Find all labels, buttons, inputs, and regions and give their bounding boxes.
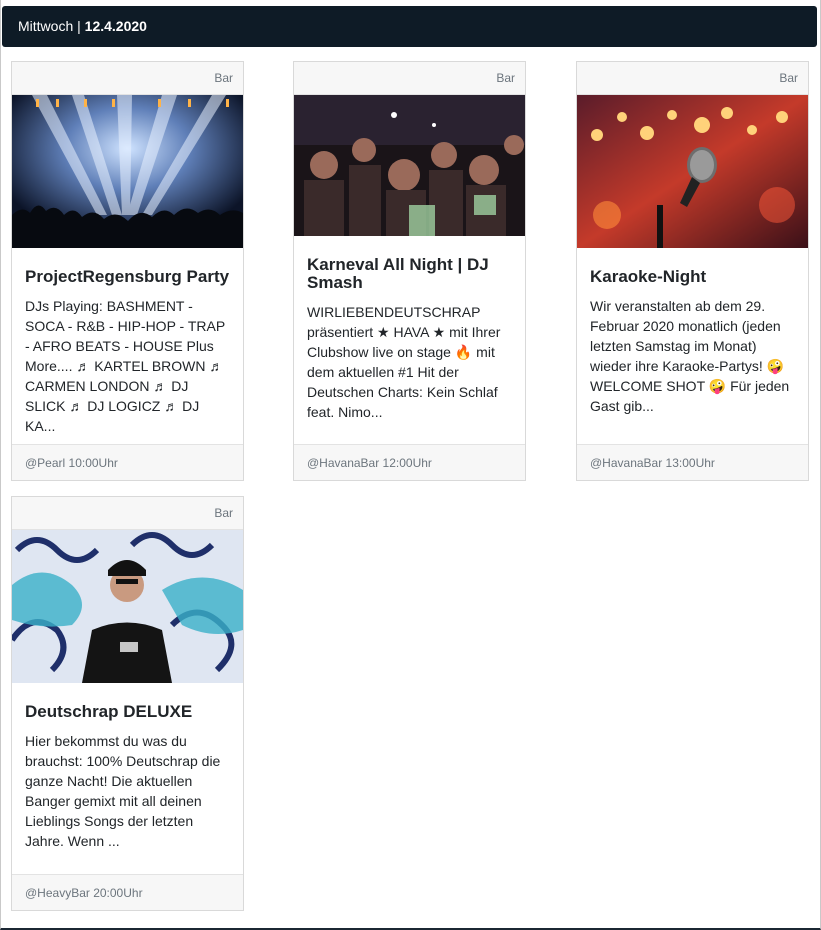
event-card[interactable]: Bar Deutschrap DELUXE Hier bekommst du w…	[11, 496, 244, 911]
day-weekday: Mittwoch	[18, 18, 74, 34]
card-venue-time: @Pearl 10:00Uhr	[12, 444, 243, 480]
party-crowd-image[interactable]	[294, 95, 525, 236]
card-body: Karneval All Night | DJ Smash WIRLIEBEND…	[294, 236, 525, 444]
card-title[interactable]: Deutschrap DELUXE	[25, 703, 230, 721]
card-venue-time: @HavanaBar 13:00Uhr	[577, 444, 808, 480]
event-card[interactable]: Bar Karneval All Night | DJ Smash WIRLIE…	[293, 61, 526, 481]
day-separator: |	[77, 18, 81, 34]
karaoke-microphone-image[interactable]	[577, 95, 808, 248]
card-body: Karaoke-Night Wir veranstalten ab dem 29…	[577, 248, 808, 444]
card-category: Bar	[294, 62, 525, 95]
card-venue-time: @HeavyBar 20:00Uhr	[12, 874, 243, 910]
day-header: Mittwoch | 12.4.2020	[2, 6, 817, 47]
day-date: 12.4.2020	[84, 18, 147, 34]
card-description: WIRLIEBENDEUTSCHRAP präsentiert ★ HAVA ★…	[307, 304, 501, 420]
rapper-graffiti-image[interactable]	[12, 530, 243, 683]
card-title[interactable]: Karneval All Night | DJ Smash	[307, 256, 512, 292]
card-category: Bar	[12, 62, 243, 95]
card-category: Bar	[12, 497, 243, 530]
card-category: Bar	[577, 62, 808, 95]
card-title[interactable]: Karaoke-Night	[590, 268, 795, 286]
card-description: Hier bekommst du was du brauchst: 100% D…	[25, 733, 221, 849]
event-card[interactable]: Bar Karaoke-Night Wir veranstalten ab de…	[576, 61, 809, 481]
card-body: ProjectRegensburg Party DJs Playing: BAS…	[12, 248, 243, 444]
event-card[interactable]: Bar ProjectRegensburg Party DJs Playing:…	[11, 61, 244, 481]
card-description: DJs Playing: BASHMENT - SOCA - R&B - HIP…	[25, 298, 225, 434]
card-body: Deutschrap DELUXE Hier bekommst du was d…	[12, 683, 243, 874]
card-venue-time: @HavanaBar 12:00Uhr	[294, 444, 525, 480]
concert-stage-image[interactable]	[12, 95, 243, 248]
card-description: Wir veranstalten ab dem 29. Februar 2020…	[590, 298, 790, 414]
card-title[interactable]: ProjectRegensburg Party	[25, 268, 230, 286]
